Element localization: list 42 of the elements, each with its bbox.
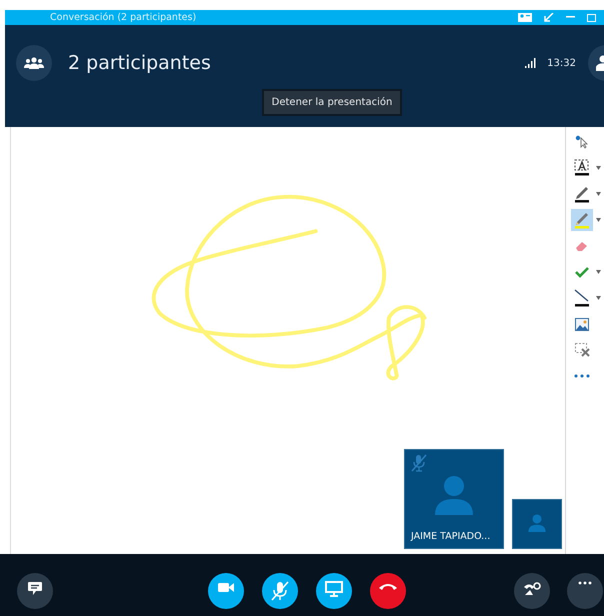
tooltip: Detener la presentación: [262, 89, 402, 116]
people-icon: [24, 57, 44, 69]
avatar-icon: [435, 475, 473, 515]
avatar-icon: [528, 514, 546, 532]
present-button[interactable]: [316, 573, 352, 609]
participants-button[interactable]: [16, 45, 52, 81]
pointer-icon: [575, 135, 589, 149]
caret-icon[interactable]: [596, 296, 601, 300]
text-tool-icon: [574, 159, 590, 177]
eraser-icon: [575, 240, 589, 252]
signal-icon: [525, 58, 538, 68]
highlighter-tool[interactable]: [571, 209, 593, 231]
phone-gear-icon: [522, 581, 542, 597]
participant-name: JAIME TAPIADO...: [411, 531, 490, 542]
video-camera-icon: [217, 581, 235, 593]
monitor-icon: [325, 581, 343, 597]
caret-icon[interactable]: [596, 192, 601, 196]
caret-icon[interactable]: [596, 218, 601, 222]
checkmark-icon: [575, 266, 589, 278]
highlighter-icon: [574, 211, 590, 229]
hang-up-icon: [378, 581, 398, 591]
chat-button[interactable]: [17, 573, 53, 609]
caret-icon[interactable]: [596, 166, 601, 170]
call-timer: 13:32: [547, 58, 576, 68]
call-controls-button[interactable]: [514, 573, 550, 609]
whiteboard[interactable]: JAIME TAPIADO...: [10, 127, 565, 554]
more-icon: [578, 581, 592, 585]
line-tool-icon: [574, 289, 590, 307]
microphone-button[interactable]: [262, 573, 298, 609]
delete-selection-icon: [574, 343, 590, 357]
image-icon: [575, 318, 589, 330]
participant-tile[interactable]: JAIME TAPIADO...: [404, 449, 504, 549]
caret-icon[interactable]: [596, 270, 601, 274]
conversation-title: 2 participantes: [68, 52, 212, 74]
chat-icon: [27, 581, 43, 596]
window-title: Conversación (2 participantes): [50, 12, 196, 24]
pen-icon: [574, 185, 590, 203]
video-button[interactable]: [208, 573, 244, 609]
more-icon: [574, 374, 590, 378]
muted-microphone-icon: [411, 454, 427, 472]
participant-tile[interactable]: [512, 499, 562, 549]
hang-up-button[interactable]: [370, 573, 406, 609]
